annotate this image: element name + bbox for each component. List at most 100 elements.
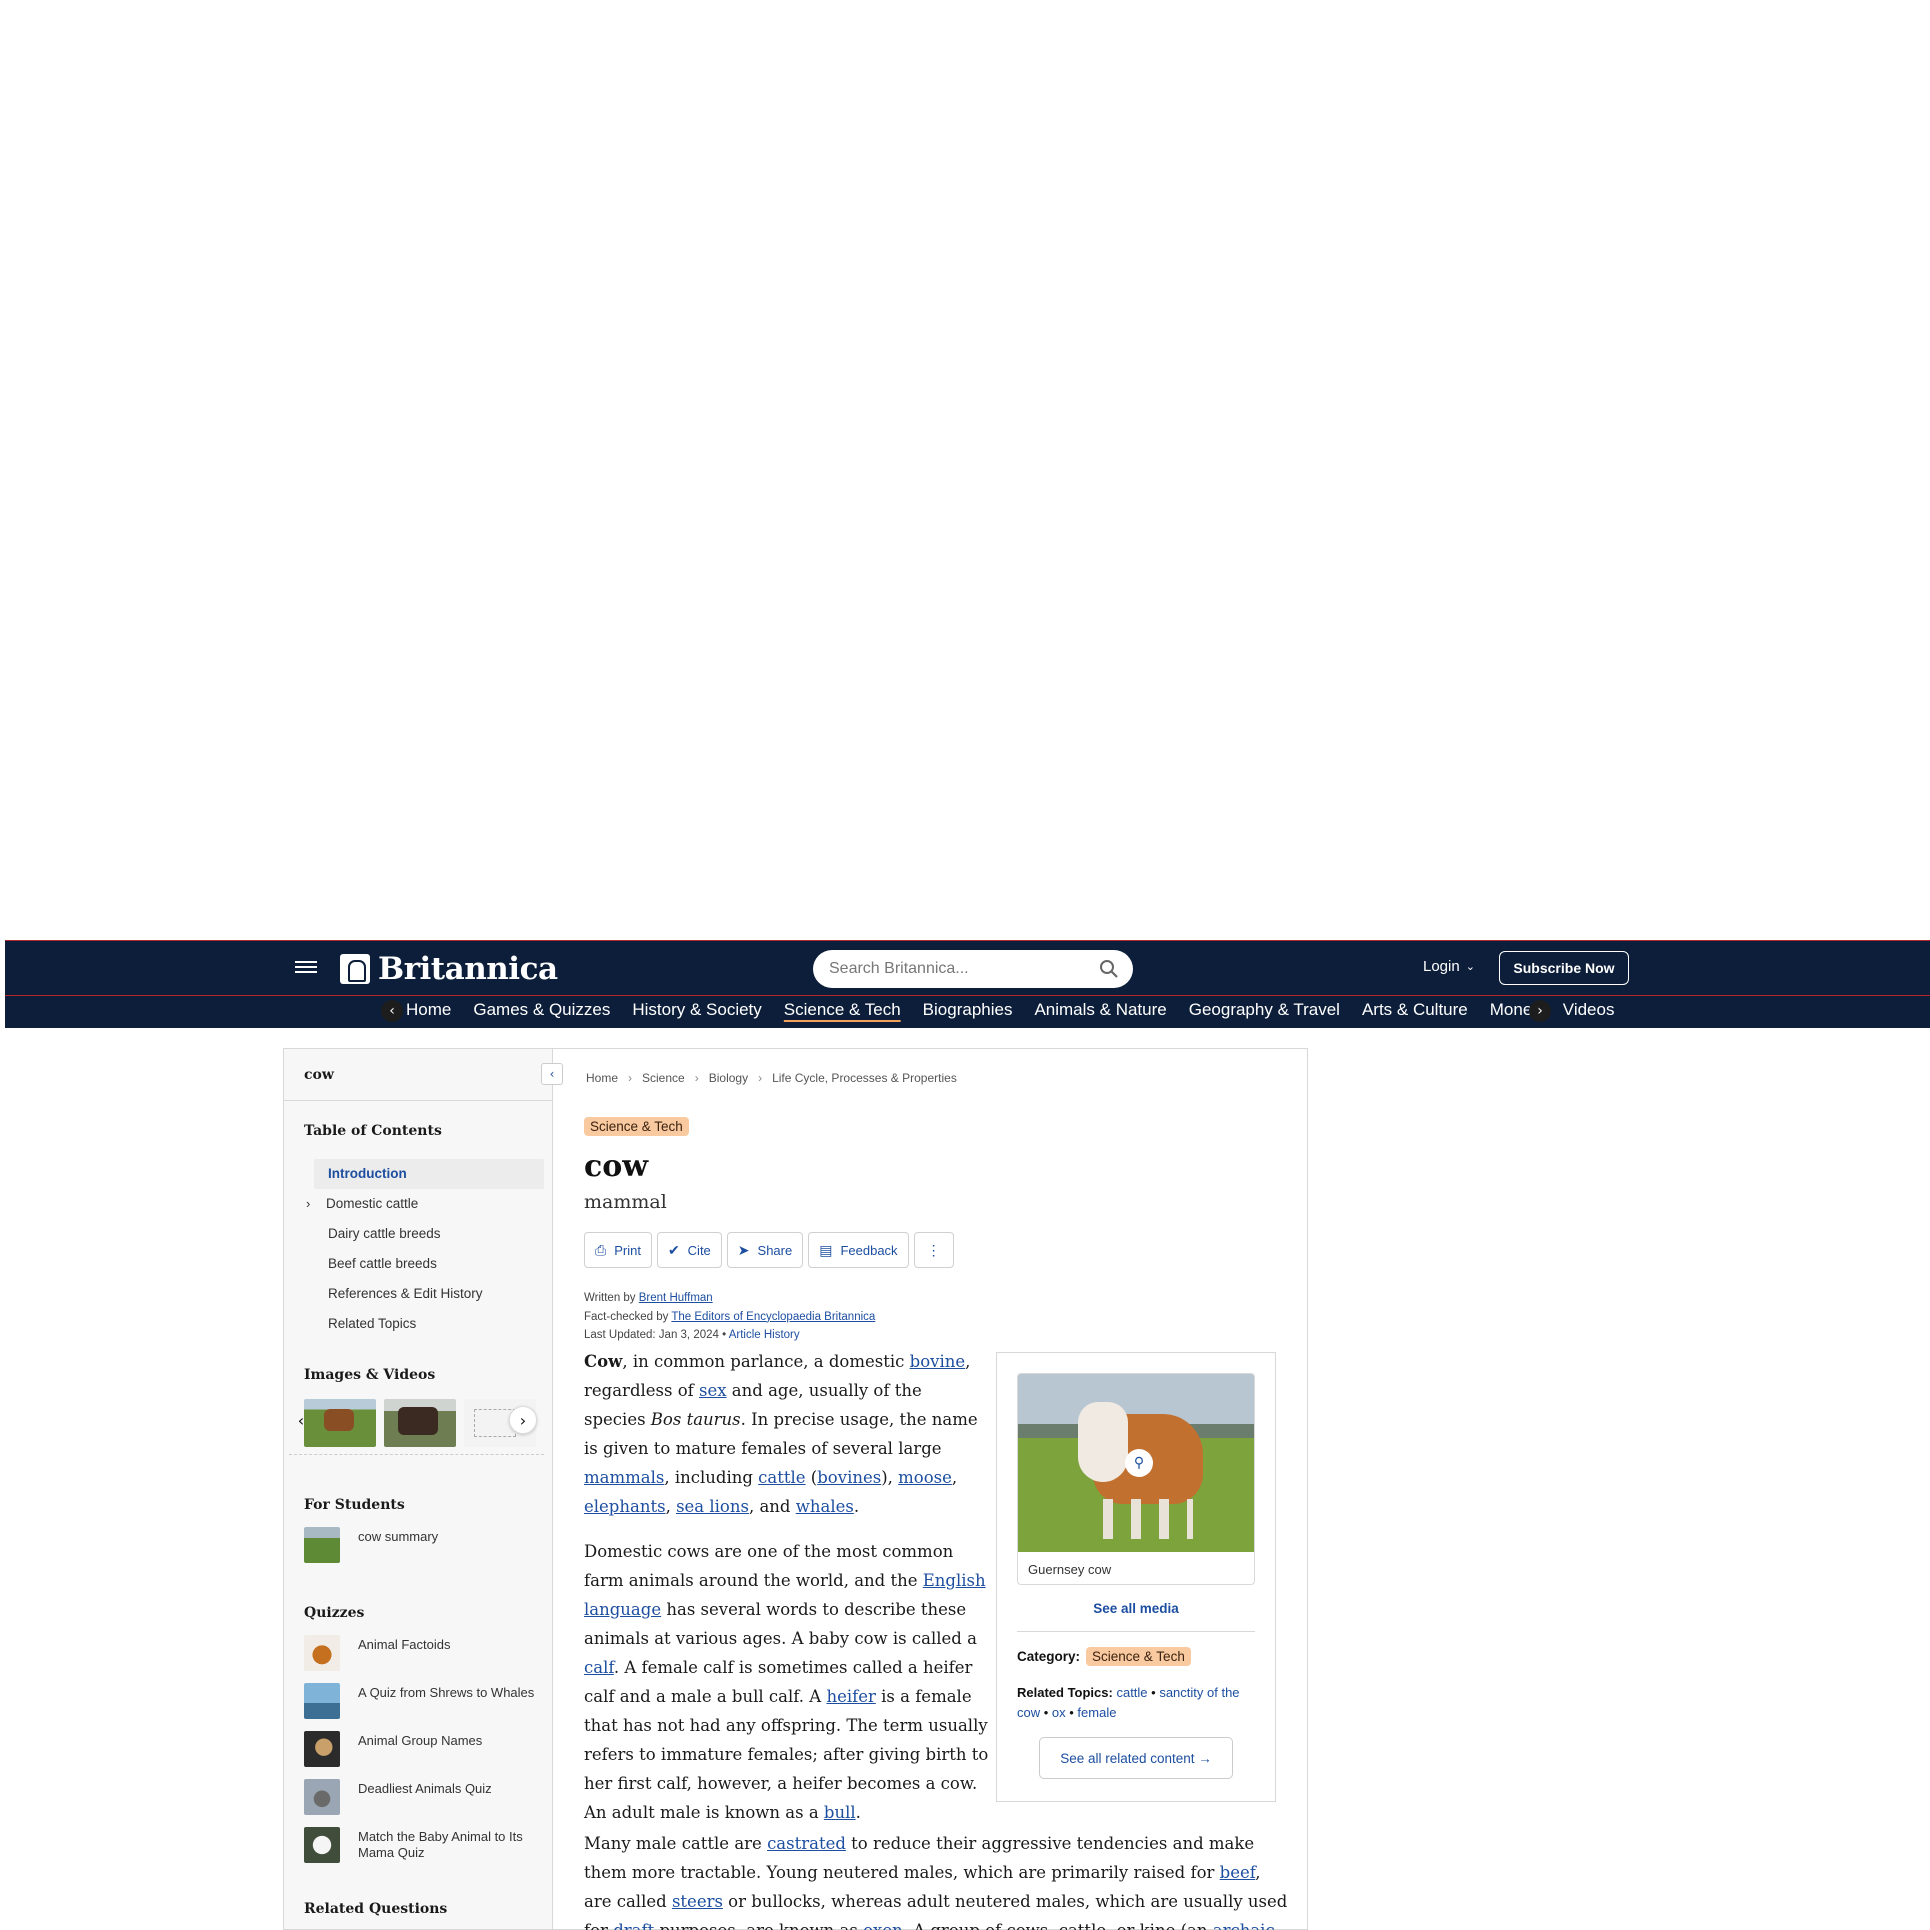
related-topic-link[interactable]: female [1077,1705,1116,1720]
print-button[interactable]: ⎙ Print [584,1232,652,1268]
toc-item-beef-breeds[interactable]: Beef cattle breeds [314,1249,544,1279]
related-topics-label: Related Topics: [1017,1685,1113,1700]
list-item[interactable]: Match the Baby Animal to Its Mama Quiz [304,1827,544,1875]
page-subtitle: mammal [584,1191,667,1213]
article-history-link[interactable]: Article History [729,1329,800,1341]
breadcrumb-biology[interactable]: Biology [709,1071,748,1085]
link-sex[interactable]: sex [699,1381,727,1400]
thistle-logo-icon [340,954,370,984]
toc-item-label: Domestic cattle [326,1196,419,1211]
link-calf[interactable]: calf [584,1658,614,1677]
category-label: Category: [1017,1649,1081,1664]
media-thumbnail[interactable] [304,1399,376,1447]
images-videos-heading: Images & Videos [304,1367,436,1383]
link-whales[interactable]: whales [796,1497,854,1516]
students-list: cow summary [304,1527,544,1575]
quiz-thumbnail [304,1779,340,1815]
more-options-button[interactable]: ⋮ [913,1232,954,1268]
toc-heading: Table of Contents [304,1123,442,1139]
cite-label: Cite [687,1242,711,1258]
breadcrumb: Home › Science › Biology › Life Cycle, Proc… [586,1071,957,1085]
category-nav: ‹ Home Games & Quizzes History & Society… [5,996,1930,1028]
link-bovines[interactable]: bovines [817,1468,881,1487]
link-bovine[interactable]: bovine [910,1352,966,1371]
see-all-related-button[interactable]: See all related content → [1039,1737,1233,1779]
list-item[interactable]: A Quiz from Shrews to Whales [304,1683,544,1731]
link-heifer[interactable]: heifer [826,1687,875,1706]
cow-thumbnail [304,1527,340,1563]
nav-item-biographies[interactable]: Biographies [912,1000,1024,1020]
see-all-media-link[interactable]: See all media [997,1601,1275,1616]
feedback-label: Feedback [840,1242,898,1258]
link-castrated[interactable]: castrated [767,1834,846,1853]
category-pill[interactable]: Science & Tech [1086,1647,1191,1666]
related-topic-link[interactable]: ox [1052,1705,1066,1720]
guernsey-cow-image[interactable]: ⚲ [1018,1374,1254,1552]
list-item[interactable]: Animal Group Names [304,1731,544,1779]
logo-text: Britannica [378,951,558,987]
list-item[interactable]: Deadliest Animals Quiz [304,1779,544,1827]
list-item[interactable]: Animal Factoids [304,1635,544,1683]
article-sidebar: cow ‹ Table of Contents Introduction › Do… [283,1048,563,1930]
link-oxen[interactable]: oxen [863,1921,903,1930]
breadcrumb-life-cycle[interactable]: Life Cycle, Processes & Properties [772,1071,957,1085]
link-bull[interactable]: bull [824,1803,856,1822]
share-button[interactable]: ➤ Share [726,1232,804,1268]
more-vertical-icon: ⋮ [926,1241,941,1258]
carousel-prev-icon[interactable]: ‹ [292,1406,310,1434]
link-moose[interactable]: moose [898,1468,952,1487]
cite-button[interactable]: ✔ Cite [656,1232,722,1268]
related-topics: Related Topics: cattle • sanctity of the… [1017,1685,1240,1720]
link-steers[interactable]: steers [672,1892,723,1911]
subscribe-button[interactable]: Subscribe Now [1499,951,1629,985]
featured-image-card[interactable]: ⚲ Guernsey cow [1017,1373,1255,1585]
toc-item-domestic-cattle[interactable]: › Domestic cattle [306,1189,544,1219]
category-pill[interactable]: Science & Tech [584,1117,689,1136]
toc-item-related-topics[interactable]: Related Topics [314,1309,544,1339]
login-button[interactable]: Login ⌄ [1423,958,1475,975]
related-topic-link[interactable]: cattle [1116,1685,1147,1700]
nav-item-history-society[interactable]: History & Society [621,1000,772,1020]
quiz-thumbnail [304,1827,340,1863]
media-thumbnail[interactable] [384,1399,456,1447]
toc-item-introduction[interactable]: Introduction [314,1159,544,1189]
nav-item-science-tech[interactable]: Science & Tech [773,1000,912,1020]
link-beef[interactable]: beef [1220,1863,1256,1882]
nav-item-videos[interactable]: Videos [1552,1000,1626,1020]
breadcrumb-science[interactable]: Science [642,1071,685,1085]
nav-item-geography-travel[interactable]: Geography & Travel [1178,1000,1351,1020]
toc-item-dairy-breeds[interactable]: Dairy cattle breeds [314,1219,544,1249]
link-mammals[interactable]: mammals [584,1468,664,1487]
feedback-button[interactable]: ▤ Feedback [808,1232,909,1268]
nav-item-arts-culture[interactable]: Arts & Culture [1351,1000,1479,1020]
breadcrumb-home[interactable]: Home [586,1071,618,1085]
zoom-icon[interactable]: ⚲ [1125,1449,1153,1477]
quiz-list: Animal Factoids A Quiz from Shrews to Wh… [304,1635,544,1875]
link-archaic[interactable]: archaic [1213,1921,1275,1930]
cite-icon: ✔ [667,1241,680,1258]
for-students-heading: For Students [304,1497,405,1513]
menu-icon[interactable] [295,958,317,980]
link-elephants[interactable]: elephants [584,1497,666,1516]
carousel-next-icon[interactable]: › [509,1406,537,1434]
search-icon[interactable] [1099,959,1119,979]
search-input[interactable] [829,960,1089,978]
share-icon: ➤ [737,1241,750,1258]
link-english-language[interactable]: English language [584,1571,986,1619]
fact-checker-link[interactable]: The Editors of Encyclopaedia Britannica [671,1311,875,1323]
link-draft[interactable]: draft [613,1921,654,1930]
nav-item-home[interactable]: Home [395,1000,462,1020]
nav-item-games-quizzes[interactable]: Games & Quizzes [462,1000,621,1020]
link-cattle[interactable]: cattle [758,1468,805,1487]
chevron-right-icon[interactable]: › [306,1189,310,1219]
nav-next-icon[interactable]: › [1529,1000,1551,1022]
link-sea-lions[interactable]: sea lions [676,1497,749,1516]
nav-item-animals-nature[interactable]: Animals & Nature [1023,1000,1177,1020]
author-link[interactable]: Brent Huffman [639,1292,713,1304]
britannica-logo[interactable]: Britannica [340,951,558,987]
toc-item-references[interactable]: References & Edit History [314,1279,544,1309]
chevron-right-icon: › [694,1071,699,1085]
list-item[interactable]: cow summary [304,1527,544,1575]
student-link: cow summary [358,1529,439,1544]
feedback-icon: ▤ [819,1241,833,1258]
